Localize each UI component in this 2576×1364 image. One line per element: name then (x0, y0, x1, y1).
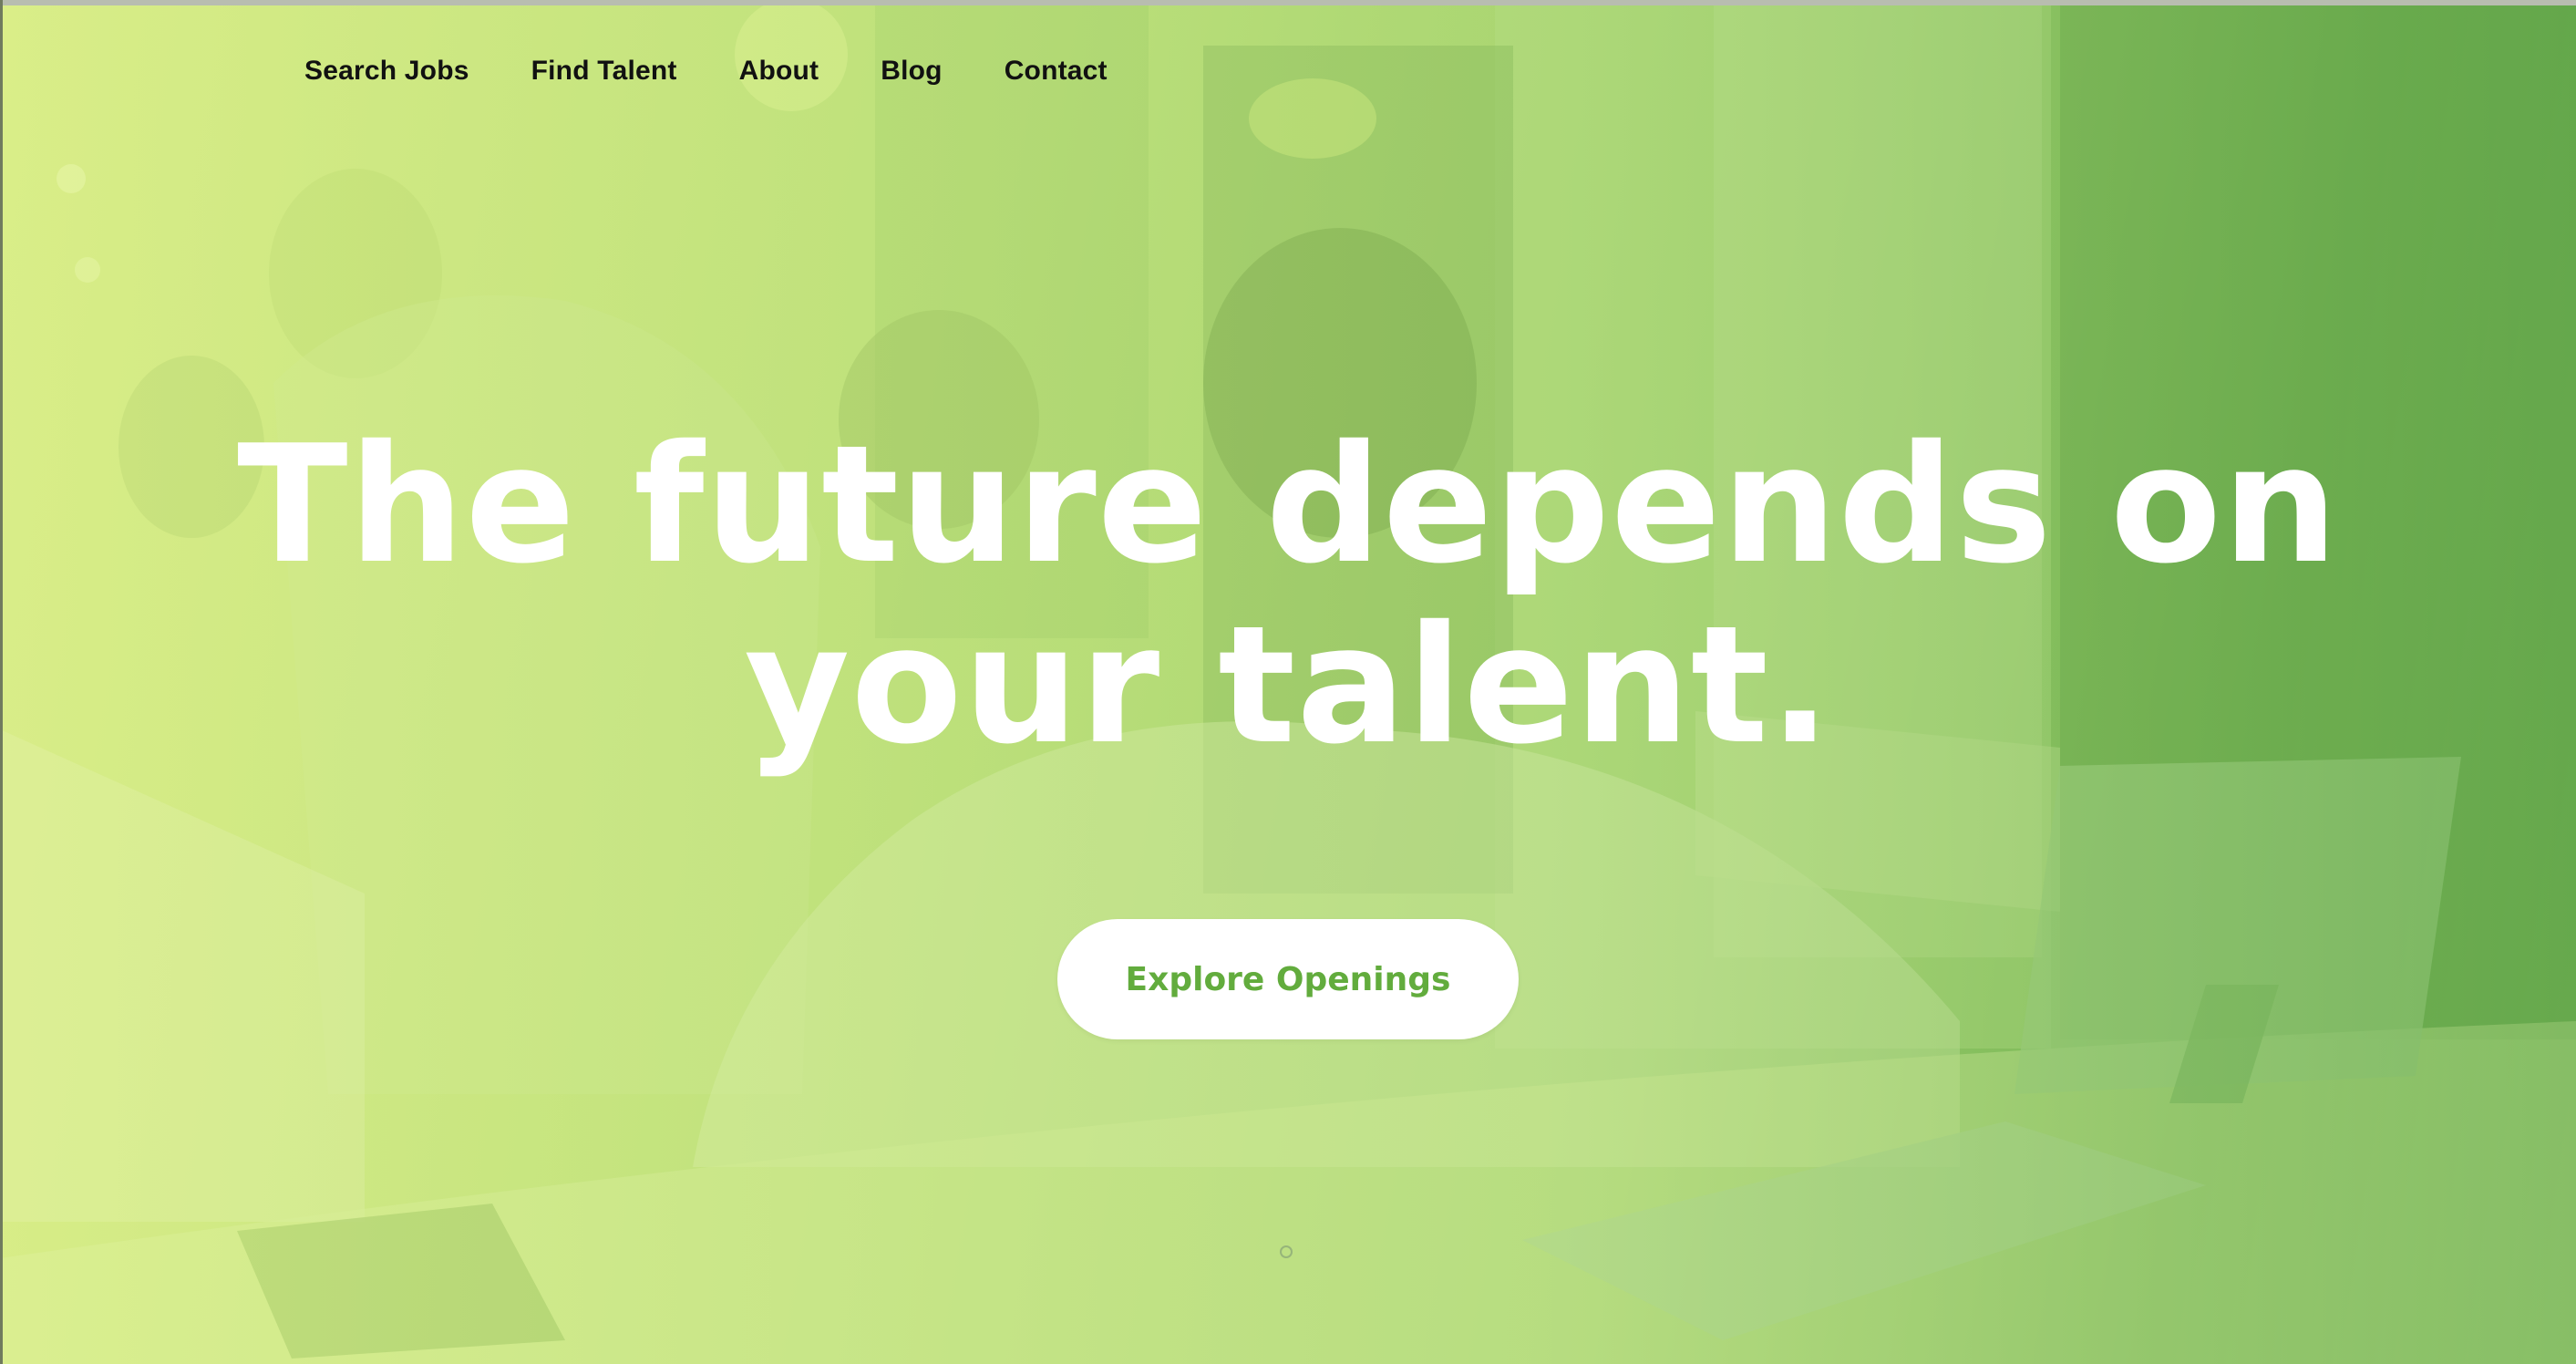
hero-headline-line-1: The future depends on (237, 410, 2339, 599)
nav-item-search-jobs[interactable]: Search Jobs (273, 56, 500, 87)
nav-label: Blog (881, 56, 943, 86)
main-navigation: Search Jobs Find Talent About Blog Conta… (273, 0, 1139, 128)
nav-item-find-talent[interactable]: Find Talent (500, 56, 708, 87)
nav-label: About (738, 56, 819, 86)
scroll-dot-icon[interactable] (1280, 1245, 1293, 1258)
explore-openings-button[interactable]: Explore Openings (1057, 919, 1519, 1039)
nav-label: Find Talent (531, 56, 677, 86)
window-top-border (0, 0, 2576, 5)
nav-label: Contact (1004, 56, 1108, 86)
hero-section: Search Jobs Find Talent About Blog Conta… (0, 0, 2576, 1364)
nav-item-contact[interactable]: Contact (974, 56, 1139, 87)
nav-label: Search Jobs (304, 56, 469, 86)
hero-headline: The future depends on your talent. (0, 415, 2576, 776)
nav-item-blog[interactable]: Blog (850, 56, 973, 87)
nav-item-about[interactable]: About (708, 0, 850, 128)
hero-headline-line-2: your talent. (744, 591, 1832, 780)
